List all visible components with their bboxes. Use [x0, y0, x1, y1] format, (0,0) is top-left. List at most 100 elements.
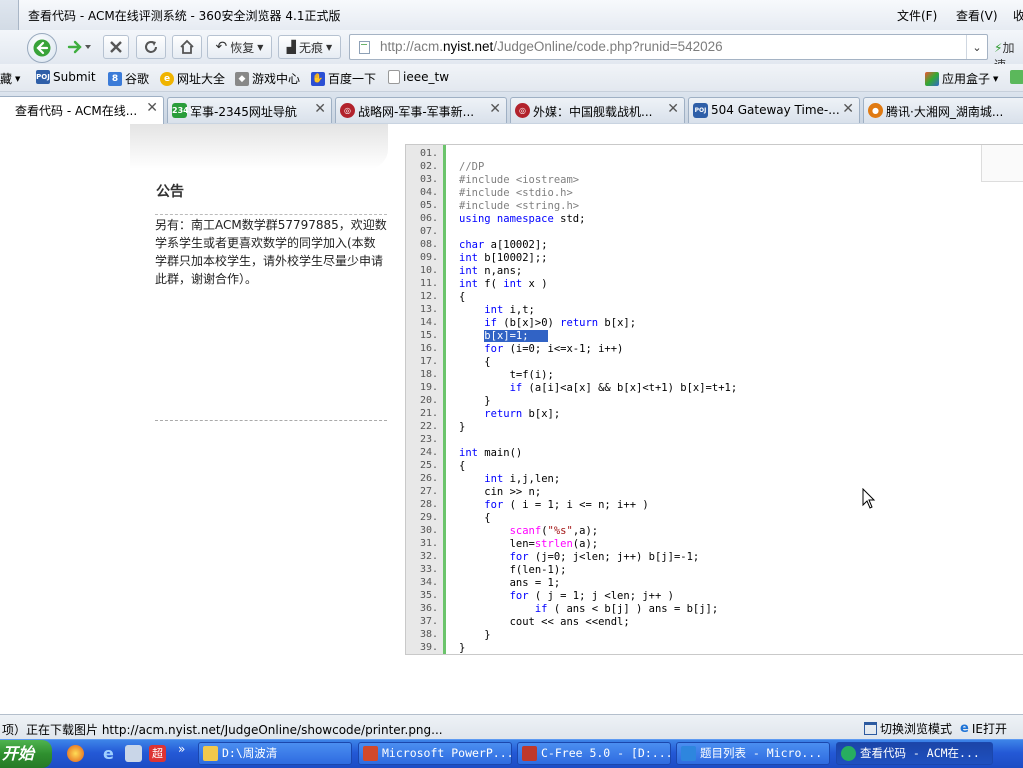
google-icon: 8 [108, 71, 122, 86]
menu-more[interactable]: 收 [1013, 7, 1023, 24]
close-tab-icon[interactable]: ✕ [314, 101, 326, 117]
status-text: 项）正在下载图片 http://acm.nyist.net/JudgeOnlin… [2, 723, 443, 737]
quicklaunch-qq-icon[interactable] [67, 745, 84, 762]
incognito-button[interactable]: ▟ 无痕 ▼ [278, 35, 341, 59]
close-tab-icon[interactable]: ✕ [489, 101, 501, 117]
navigation-bar: ↶ 恢复 ▼ ▟ 无痕 ▼ http://acm.nyist.net/Judge… [0, 30, 1023, 72]
folder-icon [203, 746, 218, 761]
bookmark-google[interactable]: 8 谷歌 [108, 70, 149, 87]
code-line: #include <string.h> [459, 200, 580, 212]
stop-icon [110, 41, 122, 53]
tab-military-2345[interactable]: 2345 军事-2345网址导航 ✕ [167, 97, 332, 123]
menu-view[interactable]: 查看(V) [956, 7, 998, 24]
line-number: 20. [420, 395, 439, 406]
undo-icon: ↶ [215, 39, 228, 55]
line-number: 19. [420, 382, 439, 393]
close-tab-icon[interactable]: ✕ [667, 101, 679, 117]
tab-favicon-2345: 2345 [172, 103, 194, 118]
bookmarks-menu[interactable]: 藏 ▼ [0, 70, 20, 87]
taskbar-item-folder[interactable]: D:\周波清 [198, 742, 352, 765]
start-button[interactable]: 开始 [0, 740, 52, 768]
tab-gateway-timeout[interactable]: POJ 504 Gateway Time-... ✕ [688, 97, 860, 123]
site-nav-icon: e [160, 71, 174, 86]
address-dropdown-button[interactable]: ⌄ [966, 35, 987, 59]
code-line: } [459, 642, 466, 654]
line-number: 10. [420, 265, 439, 276]
code-line: int main() [459, 447, 523, 459]
line-number: 11. [420, 278, 439, 289]
switch-browser-mode-button[interactable]: 切换浏览模式 [864, 720, 952, 737]
line-number: 14. [420, 317, 439, 328]
app-box-button[interactable]: 应用盒子 ▼ [925, 70, 998, 87]
quicklaunch-ie-icon[interactable]: e [103, 745, 120, 762]
menu-file[interactable]: 文件(F) [897, 7, 937, 24]
line-number: 02. [420, 161, 439, 172]
back-arrow-icon [33, 39, 51, 57]
code-line: int b[10002];; [459, 252, 548, 264]
code-line: #include <stdio.h> [459, 187, 573, 199]
line-number: 04. [420, 187, 439, 198]
baidu-paw-icon: ✋ [311, 71, 325, 86]
code-viewer[interactable]: 01. 02. //DP 03. #include <iostream> 04. #incl… [405, 144, 1023, 655]
code-line: scanf("%s",a); [509, 525, 599, 537]
quicklaunch-app-icon[interactable] [125, 745, 142, 762]
notice-body: 另有：南工ACM数学群57797885，欢迎数学系学生或者更喜欢数学的同学加入(… [155, 214, 387, 288]
address-url: http://acm.nyist.net/JudgeOnline/code.ph… [380, 39, 723, 54]
tab-strategy-net[interactable]: ◎ 战略网-军事-军事新... ✕ [335, 97, 507, 123]
line-number: 25. [420, 460, 439, 471]
chevron-down-icon: ▼ [326, 42, 333, 52]
close-tab-icon[interactable]: ✕ [146, 100, 158, 116]
restore-button[interactable]: ↶ 恢复 ▼ [207, 35, 272, 59]
bookmark-site-navigation[interactable]: e 网址大全 [160, 70, 225, 87]
line-number: 08. [420, 239, 439, 250]
taskbar-item-cfree[interactable]: C-Free 5.0 - [D:... [517, 742, 671, 765]
address-bar[interactable]: http://acm.nyist.net/JudgeOnline/code.ph… [349, 34, 988, 60]
code-line: { [459, 356, 491, 368]
taskbar-item-powerpoint[interactable]: Microsoft PowerP... [358, 742, 512, 765]
home-icon [180, 39, 194, 54]
line-number: 29. [420, 512, 439, 523]
tab-tencent-hunan[interactable]: ● 腾讯·大湘网_湖南城... [863, 97, 1023, 123]
bookmark-ieee-tw[interactable]: ieee_tw [388, 70, 449, 84]
code-line: char a[10002]; [459, 239, 548, 251]
extra-bookmark-icon[interactable] [1010, 70, 1023, 84]
taskbar-item-problem-list[interactable]: 题目列表 - Micro... [676, 742, 830, 765]
forward-arrow-icon [67, 40, 91, 54]
line-number: 16. [420, 343, 439, 354]
incognito-label: 无痕 [299, 40, 324, 55]
line-number: 34. [420, 577, 439, 588]
line-number: 07. [420, 226, 439, 237]
code-line: int n,ans; [459, 265, 523, 277]
refresh-icon [145, 41, 157, 53]
close-tab-icon[interactable]: ✕ [842, 101, 854, 117]
code-toolbar[interactable] [981, 145, 1023, 182]
line-number: 33. [420, 564, 439, 575]
line-number: 30. [420, 525, 439, 536]
forward-button[interactable] [62, 35, 96, 59]
quicklaunch-browser-icon[interactable]: 超 [149, 745, 166, 762]
taskbar-item-view-code[interactable]: 查看代码 - ACM在... [836, 742, 993, 765]
powerpoint-icon [363, 746, 378, 761]
ie-open-button[interactable]: e IE打开 [960, 720, 1007, 737]
line-number: 21. [420, 408, 439, 419]
tab-foreign-media[interactable]: ◎ 外媒：中国舰载战机... ✕ [510, 97, 685, 123]
tab-favicon-strategy: ◎ [515, 103, 530, 118]
tab-acm-code[interactable]: 查看代码 - ACM在线... ✕ [0, 96, 164, 124]
code-line: t=f(i); [459, 369, 554, 381]
code-line: int i,j,len; [484, 473, 561, 485]
bookmark-submit[interactable]: POJ Submit [36, 70, 96, 84]
quicklaunch-more-chevron[interactable]: » [178, 742, 185, 756]
bookmark-baidu[interactable]: ✋ 百度一下 [311, 70, 376, 87]
line-number: 01. [420, 148, 439, 159]
refresh-button[interactable] [136, 35, 166, 59]
notice-divider [155, 420, 387, 421]
page-content: 公告 另有：南工ACM数学群57797885，欢迎数学系学生或者更喜欢数学的同学… [0, 124, 1023, 714]
line-number: 26. [420, 473, 439, 484]
line-number: 09. [420, 252, 439, 263]
bookmark-game-center[interactable]: ◆ 游戏中心 [235, 70, 300, 87]
back-button[interactable] [27, 33, 57, 63]
browser-window-icon [681, 746, 696, 761]
home-button[interactable] [172, 35, 202, 59]
notice-title: 公告 [156, 184, 184, 200]
stop-button[interactable] [103, 35, 129, 59]
